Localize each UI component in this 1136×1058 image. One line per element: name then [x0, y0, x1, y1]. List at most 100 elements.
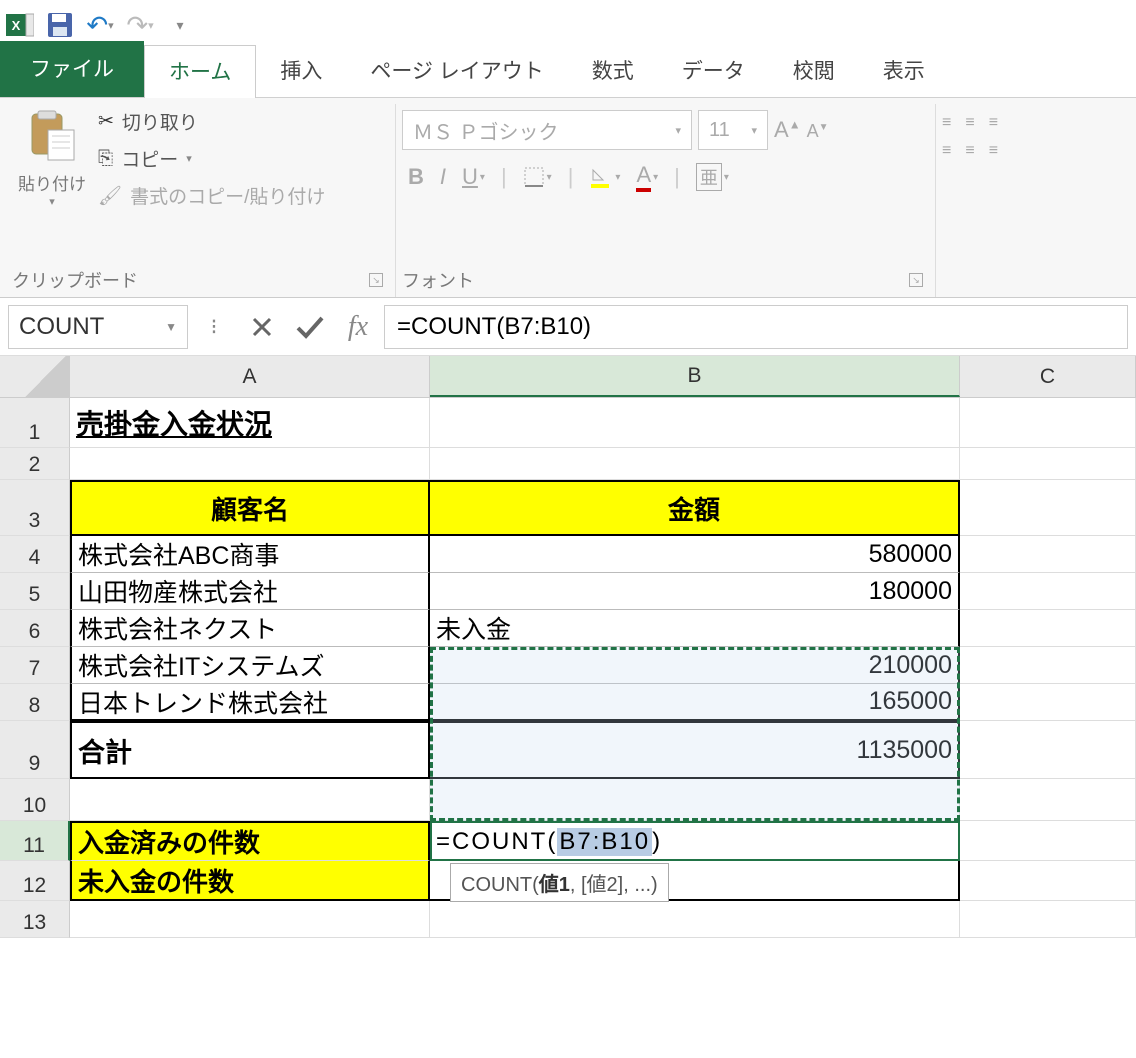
- decrease-font-icon[interactable]: A▼: [807, 121, 829, 142]
- align-center-icon[interactable]: ≡: [965, 142, 974, 160]
- cell-A6[interactable]: 株式会社ネクスト: [70, 610, 430, 647]
- cancel-icon[interactable]: [240, 305, 284, 349]
- tab-view[interactable]: 表示: [859, 45, 949, 97]
- align-right-icon[interactable]: ≡: [989, 142, 998, 160]
- cell-A1[interactable]: 売掛金入金状況: [70, 398, 430, 448]
- bold-button[interactable]: B: [408, 164, 424, 190]
- tab-file[interactable]: ファイル: [0, 41, 144, 97]
- cell-C3[interactable]: [960, 480, 1136, 536]
- cell-B1[interactable]: [430, 398, 960, 448]
- col-header-B[interactable]: B: [430, 356, 960, 397]
- row-header-13[interactable]: 13: [0, 901, 70, 938]
- row-header-10[interactable]: 10: [0, 779, 70, 821]
- cell-A12[interactable]: 未入金の件数: [70, 861, 430, 901]
- clipboard-group-label: クリップボード: [12, 267, 138, 293]
- font-dialog-launcher[interactable]: ↘: [909, 273, 923, 287]
- tab-review[interactable]: 校閲: [769, 45, 859, 97]
- cell-C8[interactable]: [960, 684, 1136, 721]
- font-color-button[interactable]: A ▾: [636, 162, 658, 192]
- italic-button[interactable]: I: [440, 164, 446, 190]
- row-header-12[interactable]: 12: [0, 861, 70, 901]
- tab-data[interactable]: データ: [658, 45, 769, 97]
- row-header-4[interactable]: 4: [0, 536, 70, 573]
- cell-C6[interactable]: [960, 610, 1136, 647]
- cell-C9[interactable]: [960, 721, 1136, 779]
- tab-formulas[interactable]: 数式: [568, 45, 658, 97]
- cell-A5[interactable]: 山田物産株式会社: [70, 573, 430, 610]
- cell-B9[interactable]: 1135000: [430, 721, 960, 779]
- fill-color-button[interactable]: ▾: [589, 166, 620, 188]
- border-button[interactable]: ▾: [523, 166, 552, 188]
- undo-icon[interactable]: ↶▾: [86, 11, 114, 39]
- cell-C10[interactable]: [960, 779, 1136, 821]
- row-header-6[interactable]: 6: [0, 610, 70, 647]
- formula-input[interactable]: =COUNT(B7:B10): [384, 305, 1128, 349]
- copy-button[interactable]: ⎘コピー ▾: [98, 145, 325, 172]
- paste-button[interactable]: 貼り付け ▾: [12, 104, 92, 212]
- save-icon[interactable]: [46, 11, 74, 39]
- cell-A10[interactable]: [70, 779, 430, 821]
- cell-B4[interactable]: 580000: [430, 536, 960, 573]
- row-header-7[interactable]: 7: [0, 647, 70, 684]
- tab-home[interactable]: ホーム: [144, 45, 256, 98]
- cell-C1[interactable]: [960, 398, 1136, 448]
- tab-layout[interactable]: ページ レイアウト: [346, 45, 567, 97]
- row-header-9[interactable]: 9: [0, 721, 70, 779]
- font-name-combo[interactable]: ＭＳ Ｐゴシック▾: [402, 110, 692, 150]
- cell-C13[interactable]: [960, 901, 1136, 938]
- cell-C4[interactable]: [960, 536, 1136, 573]
- cell-B11[interactable]: =COUNT(B7:B10): [430, 821, 960, 861]
- cell-C7[interactable]: [960, 647, 1136, 684]
- formula-bar: COUNT▼ ⁝ fx =COUNT(B7:B10): [0, 298, 1136, 356]
- cell-B5[interactable]: 180000: [430, 573, 960, 610]
- cell-A13[interactable]: [70, 901, 430, 938]
- col-header-A[interactable]: A: [70, 356, 430, 397]
- row-header-8[interactable]: 8: [0, 684, 70, 721]
- cell-B7[interactable]: 210000: [430, 647, 960, 684]
- row-header-11[interactable]: 11: [0, 821, 70, 861]
- row-header-1[interactable]: 1: [0, 398, 70, 448]
- tab-insert[interactable]: 挿入: [256, 45, 346, 97]
- name-box[interactable]: COUNT▼: [8, 305, 188, 349]
- clipboard-dialog-launcher[interactable]: ↘: [369, 273, 383, 287]
- cell-B8[interactable]: 165000: [430, 684, 960, 721]
- row-header-2[interactable]: 2: [0, 448, 70, 480]
- enter-icon[interactable]: [288, 305, 332, 349]
- cell-A2[interactable]: [70, 448, 430, 480]
- cell-B3[interactable]: 金額: [430, 480, 960, 536]
- cell-A8[interactable]: 日本トレンド株式会社: [70, 684, 430, 721]
- align-bottom-icon[interactable]: ≡: [989, 114, 998, 132]
- col-header-C[interactable]: C: [960, 356, 1136, 397]
- row-header-5[interactable]: 5: [0, 573, 70, 610]
- cell-A4[interactable]: 株式会社ABC商事: [70, 536, 430, 573]
- cut-button[interactable]: ✂切り取り: [98, 108, 325, 135]
- align-left-icon[interactable]: ≡: [942, 142, 951, 160]
- cell-B10[interactable]: [430, 779, 960, 821]
- align-top-icon[interactable]: ≡: [942, 114, 951, 132]
- cell-C12[interactable]: [960, 861, 1136, 901]
- cell-C5[interactable]: [960, 573, 1136, 610]
- font-group-label: フォント: [402, 267, 474, 293]
- format-painter-button[interactable]: 🖌書式のコピー/貼り付け: [98, 182, 325, 209]
- increase-font-icon[interactable]: A▲: [774, 117, 801, 143]
- alignment-group: ≡ ≡ ≡ ≡ ≡ ≡: [936, 104, 1126, 297]
- ruby-button[interactable]: 亜▾: [696, 163, 729, 191]
- align-middle-icon[interactable]: ≡: [965, 114, 974, 132]
- cell-C11[interactable]: [960, 821, 1136, 861]
- customize-qat-icon[interactable]: ▾: [166, 11, 194, 39]
- cell-B13[interactable]: [430, 901, 960, 938]
- underline-button[interactable]: U ▾: [462, 164, 485, 190]
- select-all-corner[interactable]: [0, 356, 70, 397]
- cell-C2[interactable]: [960, 448, 1136, 480]
- scissors-icon: ✂: [98, 110, 114, 133]
- redo-icon[interactable]: ↷▾: [126, 11, 154, 39]
- cell-A9[interactable]: 合計: [70, 721, 430, 779]
- cell-A7[interactable]: 株式会社ITシステムズ: [70, 647, 430, 684]
- cell-B6[interactable]: 未入金: [430, 610, 960, 647]
- font-size-combo[interactable]: 11▾: [698, 110, 768, 150]
- cell-A3[interactable]: 顧客名: [70, 480, 430, 536]
- row-header-3[interactable]: 3: [0, 480, 70, 536]
- cell-B2[interactable]: [430, 448, 960, 480]
- cell-A11[interactable]: 入金済みの件数: [70, 821, 430, 861]
- fx-icon[interactable]: fx: [336, 305, 380, 349]
